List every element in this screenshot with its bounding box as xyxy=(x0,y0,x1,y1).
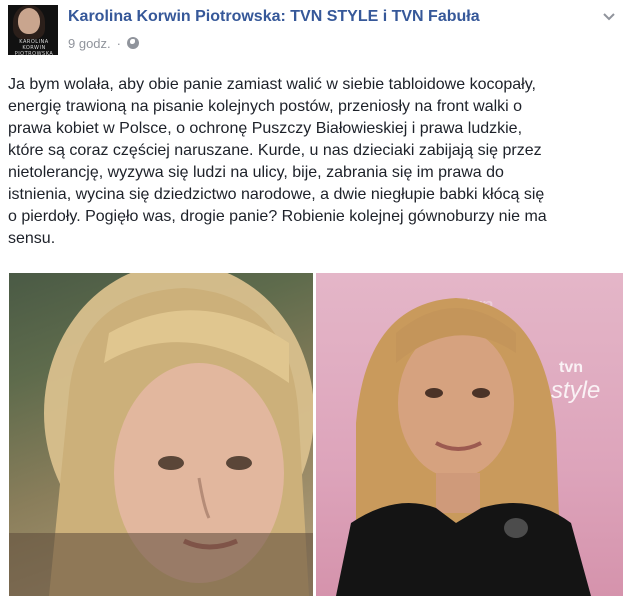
post-text: Ja bym wolała, aby obie panie zamiast wa… xyxy=(8,74,616,250)
photo-left-illustration xyxy=(9,273,313,596)
photo-right[interactable]: tvn tvn style xyxy=(316,273,623,596)
post-text-line: nietolerancję, wyzywa się ludzi na ulicy… xyxy=(8,164,504,181)
avatar-caption: KAROLINA KORWIN PIOTROWSKA xyxy=(14,39,54,55)
meta-separator: · xyxy=(116,35,121,51)
post-timestamp[interactable]: 9 godz. xyxy=(68,36,111,51)
post-text-line: energię trawioną na pisanie kolejnych po… xyxy=(8,98,523,115)
avatar[interactable]: KAROLINA KORWIN PIOTROWSKA xyxy=(8,5,58,55)
avatar-face xyxy=(18,8,40,34)
photo-left[interactable] xyxy=(9,273,313,596)
post-text-line: o pierdoły. Pogięło was, drogie panie? R… xyxy=(8,208,547,225)
chevron-down-icon[interactable] xyxy=(602,12,616,22)
post-meta: 9 godz. · xyxy=(68,35,139,51)
post-text-line: Ja bym wolała, aby obie panie zamiast wa… xyxy=(8,76,536,93)
post-text-line: które są coraz częściej naruszane. Kurde… xyxy=(8,142,542,159)
post-text-line: istnienia, wycina się dziedzictwo narodo… xyxy=(8,186,545,203)
photo-right-illustration xyxy=(336,298,591,596)
post-text-line: sensu. xyxy=(8,230,56,247)
post-text-line: prawa kobiet w Polsce, o ochronę Puszczy… xyxy=(8,120,523,137)
author-name-link[interactable]: Karolina Korwin Piotrowska: TVN STYLE i … xyxy=(68,8,480,26)
facebook-post: KAROLINA KORWIN PIOTROWSKA Karolina Korw… xyxy=(0,0,623,597)
post-header: KAROLINA KORWIN PIOTROWSKA Karolina Korw… xyxy=(0,0,623,62)
globe-icon xyxy=(127,37,139,49)
